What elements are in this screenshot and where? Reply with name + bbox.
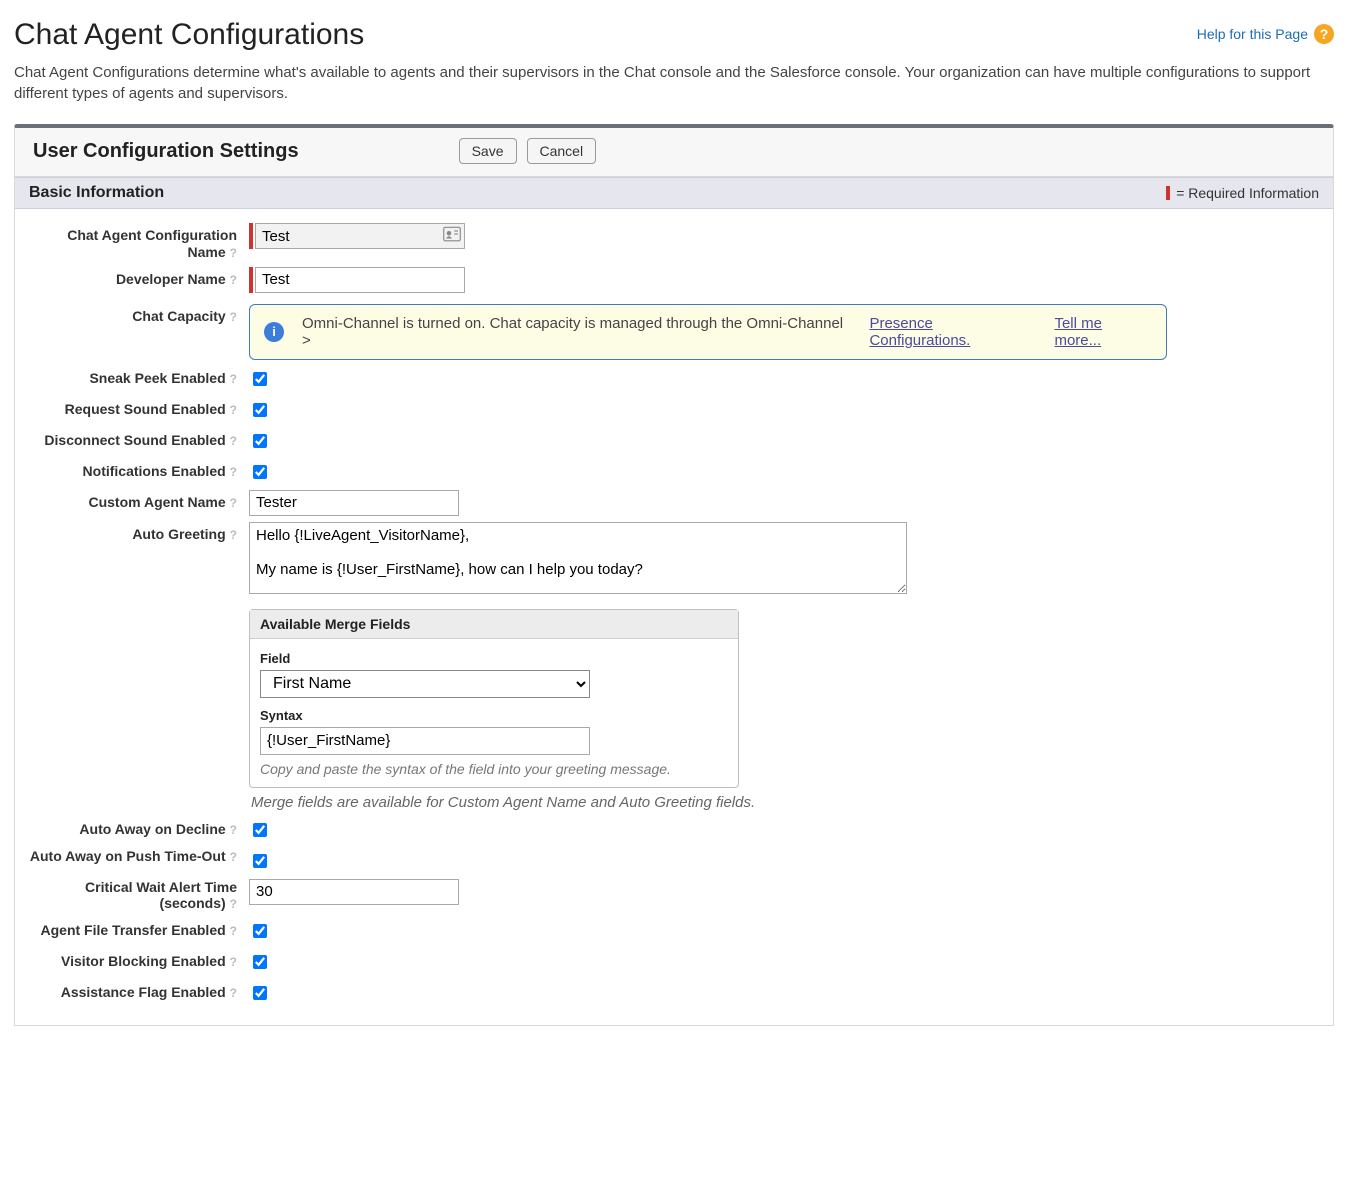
help-tooltip-icon[interactable]: ? [230,955,237,969]
help-tooltip-icon[interactable]: ? [230,528,237,542]
help-tooltip-icon[interactable]: ? [230,310,237,324]
visitor-blocking-checkbox[interactable] [253,955,267,969]
save-button[interactable]: Save [459,138,517,164]
info-icon: i [264,322,284,342]
user-config-panel: User Configuration Settings Save Cancel … [14,124,1334,1026]
presence-configurations-link[interactable]: Presence Configurations. [869,315,1036,349]
label-chat-capacity: Chat Capacity? [27,304,243,325]
section-basic-info-title: Basic Information [29,184,164,202]
merge-fields-title: Available Merge Fields [250,610,738,639]
required-information-label: = Required Information [1176,185,1319,201]
label-agent-file-transfer: Agent File Transfer Enabled? [27,918,243,939]
label-request-sound: Request Sound Enabled? [27,397,243,418]
label-sneak-peek: Sneak Peek Enabled? [27,366,243,387]
developer-name-input[interactable] [255,267,465,293]
label-disconnect-sound: Disconnect Sound Enabled? [27,428,243,449]
merge-footnote: Merge fields are available for Custom Ag… [251,794,1321,811]
request-sound-checkbox[interactable] [253,403,267,417]
merge-field-select[interactable]: First Name [260,670,590,698]
merge-syntax-label: Syntax [260,708,728,723]
help-icon[interactable]: ? [1314,24,1334,44]
label-critical-wait: Critical Wait Alert Time (seconds)? [27,879,243,913]
label-auto-greeting: Auto Greeting? [27,522,243,543]
contact-card-icon [443,226,461,247]
auto-away-decline-checkbox[interactable] [253,823,267,837]
label-notifications: Notifications Enabled? [27,459,243,480]
label-developer-name: Developer Name? [27,267,243,288]
tell-me-more-link[interactable]: Tell me more... [1054,315,1152,349]
merge-field-label: Field [260,651,728,666]
config-name-input[interactable] [255,223,465,249]
help-tooltip-icon[interactable]: ? [230,850,237,864]
agent-file-transfer-checkbox[interactable] [253,924,267,938]
help-tooltip-icon[interactable]: ? [230,372,237,386]
help-for-page-link[interactable]: Help for this Page [1197,26,1308,42]
help-tooltip-icon[interactable]: ? [230,496,237,510]
omni-channel-info-box: i Omni-Channel is turned on. Chat capaci… [249,304,1167,360]
required-indicator-icon [1166,186,1170,200]
disconnect-sound-checkbox[interactable] [253,434,267,448]
cancel-button[interactable]: Cancel [527,138,597,164]
label-auto-away-push: Auto Away on Push Time-Out? [27,848,243,865]
label-visitor-blocking: Visitor Blocking Enabled? [27,949,243,970]
label-custom-agent-name: Custom Agent Name? [27,490,243,511]
assistance-flag-checkbox[interactable] [253,986,267,1000]
help-tooltip-icon[interactable]: ? [230,465,237,479]
help-tooltip-icon[interactable]: ? [230,823,237,837]
label-auto-away-decline: Auto Away on Decline? [27,817,243,838]
help-tooltip-icon[interactable]: ? [230,986,237,1000]
help-tooltip-icon[interactable]: ? [230,403,237,417]
help-tooltip-icon[interactable]: ? [230,434,237,448]
label-config-name: Chat Agent Configuration Name? [27,223,243,261]
auto-away-push-checkbox[interactable] [253,854,267,868]
merge-syntax-input[interactable] [260,727,590,755]
notifications-checkbox[interactable] [253,465,267,479]
auto-greeting-textarea[interactable]: Hello {!LiveAgent_VisitorName}, My name … [249,522,907,594]
help-tooltip-icon[interactable]: ? [230,273,237,287]
page-title: Chat Agent Configurations [14,18,364,52]
label-assistance-flag: Assistance Flag Enabled? [27,980,243,1001]
custom-agent-name-input[interactable] [249,490,459,516]
sneak-peek-checkbox[interactable] [253,372,267,386]
help-tooltip-icon[interactable]: ? [230,897,237,911]
panel-title: User Configuration Settings [33,140,299,163]
help-tooltip-icon[interactable]: ? [230,924,237,938]
merge-hint: Copy and paste the syntax of the field i… [260,761,728,777]
critical-wait-input[interactable] [249,879,459,905]
help-tooltip-icon[interactable]: ? [230,246,237,260]
omni-channel-info-text: Omni-Channel is turned on. Chat capacity… [302,315,851,349]
page-description: Chat Agent Configurations determine what… [14,62,1334,104]
merge-fields-panel: Available Merge Fields Field First Name … [249,609,739,788]
